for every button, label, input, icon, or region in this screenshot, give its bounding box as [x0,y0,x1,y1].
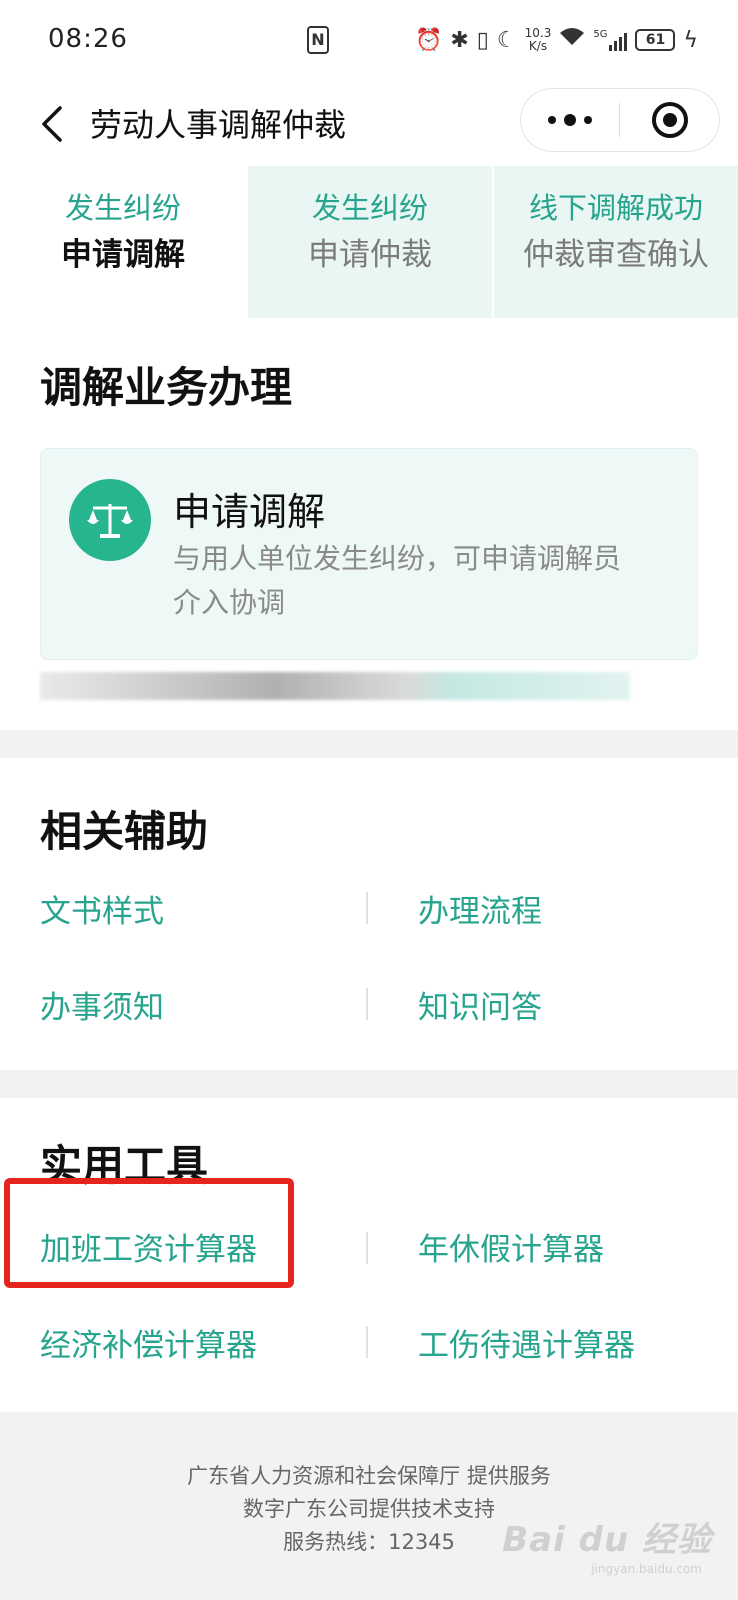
alarm-icon: ⏰ [414,27,443,53]
link-faq[interactable]: 知识问答 [418,982,542,1027]
mini-program-capsule [520,88,720,152]
tab-subtitle: 线下调解成功 [528,191,703,225]
link-divider [366,892,368,924]
link-annual-leave-calculator[interactable]: 年休假计算器 [418,1224,604,1269]
section-divider [0,1070,738,1098]
tab-apply-arbitration[interactable]: 发生纠纷 申请仲裁 [246,166,492,318]
tab-apply-mediation[interactable]: 发生纠纷 申请调解 [0,166,246,318]
baidu-watermark-url: jingyan.baidu.com [591,1562,702,1576]
link-divider [366,1326,368,1358]
nfc-icon: N [307,26,329,54]
blurred-content [40,672,630,700]
more-icon[interactable] [521,89,619,151]
status-time: 08:26 [48,24,128,54]
apply-mediation-card[interactable]: 申请调解 与用人单位发生纠纷，可申请调解员 介入协调 [40,448,698,660]
tab-label: 申请仲裁 [308,237,432,273]
link-divider [366,988,368,1020]
tab-label: 仲裁审查确认 [523,237,709,273]
link-divider [366,1232,368,1264]
status-icons: ⏰ ✱ ▯ ☾ 10.3 K/s 5G 61 ϟ [415,22,698,58]
section-divider [0,730,738,758]
moon-icon: ☾ [496,27,517,53]
wifi-icon [559,27,585,53]
link-guidelines[interactable]: 办事须知 [40,982,164,1027]
vibrate-icon: ▯ [476,27,489,53]
tab-label: 申请调解 [61,237,185,273]
highlight-annotation [4,1178,294,1288]
card-description: 与用人单位发生纠纷，可申请调解员 介入协调 [173,542,622,619]
tab-subtitle: 发生纠纷 [64,191,181,225]
signal-icon: 5G [593,29,628,51]
process-tabs: 发生纠纷 申请调解 发生纠纷 申请仲裁 线下调解成功 仲裁审查确认 [0,166,738,318]
card-title: 申请调解 [173,490,326,534]
link-compensation-calculator[interactable]: 经济补偿计算器 [40,1320,257,1365]
tab-subtitle: 发生纠纷 [311,191,428,225]
link-document-templates[interactable]: 文书样式 [40,886,164,931]
page-title: 劳动人事调解仲裁 [90,106,347,144]
link-work-injury-calculator[interactable]: 工伤待遇计算器 [418,1320,635,1365]
link-process-flow[interactable]: 办理流程 [418,886,542,931]
scale-icon [69,479,151,561]
baidu-watermark: Bai du 经验 [502,1520,712,1560]
nav-bar: 劳动人事调解仲裁 [0,84,738,164]
charging-icon: ϟ [683,27,698,53]
footer-provider: 广东省人力资源和社会保障厅 提供服务 [187,1464,551,1488]
bluetooth-icon: ✱ [450,27,469,53]
net-speed: 10.3 K/s [524,26,552,53]
section-title-assist: 相关辅助 [40,807,209,856]
tab-arbitration-review[interactable]: 线下调解成功 仲裁审查确认 [492,166,738,318]
battery-icon: 61 [635,29,676,51]
close-target-icon[interactable] [620,89,719,151]
section-title-mediation: 调解业务办理 [40,363,293,412]
signal-label: 5G [593,29,608,40]
status-bar: 08:26 N ⏰ ✱ ▯ ☾ 10.3 K/s 5G 61 ϟ [0,0,738,84]
back-icon[interactable] [36,104,72,144]
